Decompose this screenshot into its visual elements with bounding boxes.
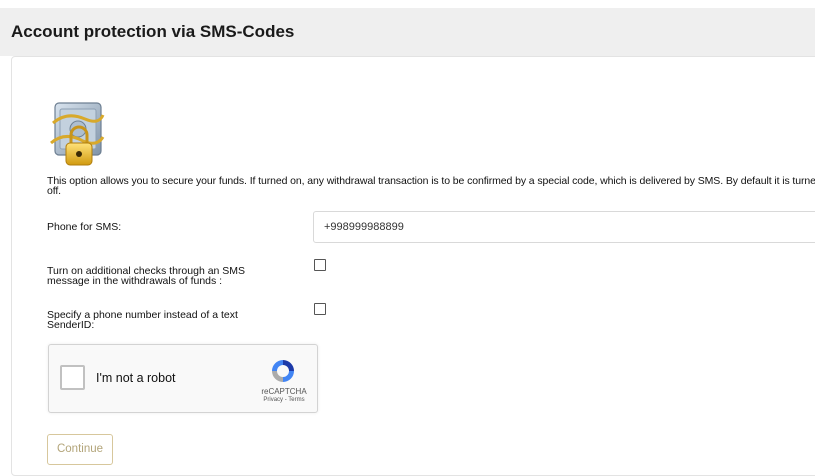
additional-checks-checkbox[interactable] bbox=[314, 259, 326, 271]
additional-checks-label: Turn on additional checks through an SMS… bbox=[47, 265, 246, 287]
safe-with-chain-lock-icon bbox=[50, 102, 105, 166]
recaptcha-privacy-terms-links[interactable]: Privacy - Terms bbox=[254, 397, 314, 403]
page-title: Account protection via SMS-Codes bbox=[11, 22, 295, 41]
phone-input[interactable] bbox=[313, 211, 815, 243]
page-header: Account protection via SMS-Codes bbox=[0, 8, 815, 56]
recaptcha-logo-icon bbox=[272, 360, 294, 382]
recaptcha-brand: reCAPTCHA bbox=[261, 387, 307, 396]
phone-sender-label: Specify a phone number instead of a text… bbox=[47, 309, 238, 331]
continue-button[interactable]: Continue bbox=[47, 434, 113, 465]
phone-label: Phone for SMS: bbox=[47, 221, 122, 233]
recaptcha-label: I'm not a robot bbox=[96, 371, 176, 385]
recaptcha-widget: I'm not a robot reCAPTCHA Privacy - Term… bbox=[48, 344, 318, 413]
recaptcha-checkbox[interactable] bbox=[60, 365, 85, 390]
phone-sender-checkbox[interactable] bbox=[314, 303, 326, 315]
security-description: This option allows you to secure your fu… bbox=[47, 175, 815, 197]
